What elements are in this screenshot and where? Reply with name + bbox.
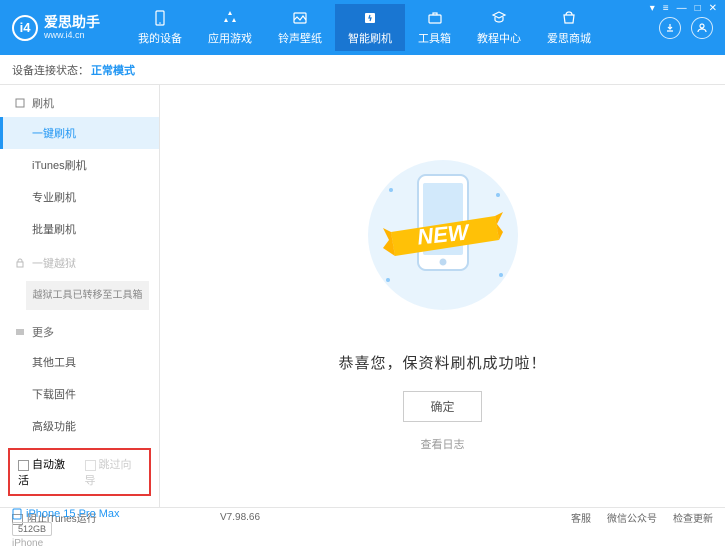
status-value: 正常模式 xyxy=(91,62,135,78)
status-bar: 设备连接状态： 正常模式 xyxy=(0,55,725,85)
tab-store[interactable]: 爱思商城 xyxy=(534,4,604,51)
close-icon[interactable]: ✕ xyxy=(709,3,717,14)
device-storage: 512GB xyxy=(12,522,52,536)
settings-icon[interactable]: ≡ xyxy=(663,3,669,14)
flash-icon xyxy=(361,9,379,27)
view-log-link[interactable]: 查看日志 xyxy=(421,436,465,452)
more-icon xyxy=(14,326,26,338)
window-controls: ▾ ≡ — □ ✕ xyxy=(650,3,717,14)
skip-guide-checkbox[interactable]: 跳过向导 xyxy=(85,456,142,488)
footer-link-support[interactable]: 客服 xyxy=(571,510,591,525)
sidebar-section-flash[interactable]: 刷机 xyxy=(0,85,159,117)
app-url: www.i4.cn xyxy=(44,31,100,40)
user-button[interactable] xyxy=(691,17,713,39)
download-button[interactable] xyxy=(659,17,681,39)
device-icon xyxy=(151,9,169,27)
wallpaper-icon xyxy=(291,9,309,27)
sidebar-item-advanced[interactable]: 高级功能 xyxy=(0,410,159,442)
sidebar-item-download-firmware[interactable]: 下载固件 xyxy=(0,378,159,410)
menu-icon[interactable]: ▾ xyxy=(650,3,655,14)
footer-link-wechat[interactable]: 微信公众号 xyxy=(607,510,657,525)
sidebar-section-more[interactable]: 更多 xyxy=(0,314,159,346)
device-type: iPhone xyxy=(12,538,147,549)
sidebar-item-other-tools[interactable]: 其他工具 xyxy=(0,346,159,378)
device-name[interactable]: iPhone 15 Pro Max xyxy=(12,508,147,520)
tab-apps[interactable]: 应用游戏 xyxy=(195,4,265,51)
options-highlight-box: 自动激活 跳过向导 xyxy=(8,448,151,496)
tab-my-device[interactable]: 我的设备 xyxy=(125,4,195,51)
store-icon xyxy=(560,9,578,27)
logo-icon: i4 xyxy=(12,15,38,41)
phone-icon xyxy=(12,508,22,520)
app-logo: i4 爱思助手 www.i4.cn xyxy=(12,15,100,41)
sidebar-item-oneclick-flash[interactable]: 一键刷机 xyxy=(0,117,159,149)
tab-flash[interactable]: 智能刷机 xyxy=(335,4,405,51)
status-label: 设备连接状态： xyxy=(12,62,89,78)
device-info: iPhone 15 Pro Max 512GB iPhone xyxy=(0,502,159,555)
tab-tutorial[interactable]: 教程中心 xyxy=(464,4,534,51)
tab-wallpaper[interactable]: 铃声壁纸 xyxy=(265,4,335,51)
jailbreak-moved-note: 越狱工具已转移至工具箱 xyxy=(26,281,149,310)
tutorial-icon xyxy=(490,9,508,27)
minimize-icon[interactable]: — xyxy=(677,3,687,14)
auto-activate-checkbox[interactable]: 自动激活 xyxy=(18,456,75,488)
success-message: 恭喜您，保资料刷机成功啦！ xyxy=(338,352,546,373)
toolbox-icon xyxy=(426,9,444,27)
tab-toolbox[interactable]: 工具箱 xyxy=(405,4,464,51)
version-label: V7.98.66 xyxy=(220,512,260,523)
tab-bar: 我的设备 应用游戏 铃声壁纸 智能刷机 工具箱 教程中心 爱思商城 xyxy=(125,4,659,51)
success-illustration: NEW xyxy=(343,140,543,340)
main-content: NEW 恭喜您，保资料刷机成功啦！ 确定 查看日志 xyxy=(160,85,725,507)
sidebar: 刷机 一键刷机 iTunes刷机 专业刷机 批量刷机 一键越狱 越狱工具已转移至… xyxy=(0,85,160,507)
apps-icon xyxy=(221,9,239,27)
sidebar-item-pro-flash[interactable]: 专业刷机 xyxy=(0,181,159,213)
maximize-icon[interactable]: □ xyxy=(695,3,701,14)
sidebar-section-jailbreak: 一键越狱 xyxy=(0,245,159,277)
sidebar-item-batch-flash[interactable]: 批量刷机 xyxy=(0,213,159,245)
lock-icon xyxy=(14,257,26,269)
flash-section-icon xyxy=(14,97,26,109)
app-header: i4 爱思助手 www.i4.cn 我的设备 应用游戏 铃声壁纸 智能刷机 工具… xyxy=(0,0,725,55)
sidebar-item-itunes-flash[interactable]: iTunes刷机 xyxy=(0,149,159,181)
footer-link-update[interactable]: 检查更新 xyxy=(673,510,713,525)
app-title: 爱思助手 xyxy=(44,15,100,29)
ok-button[interactable]: 确定 xyxy=(403,391,481,422)
